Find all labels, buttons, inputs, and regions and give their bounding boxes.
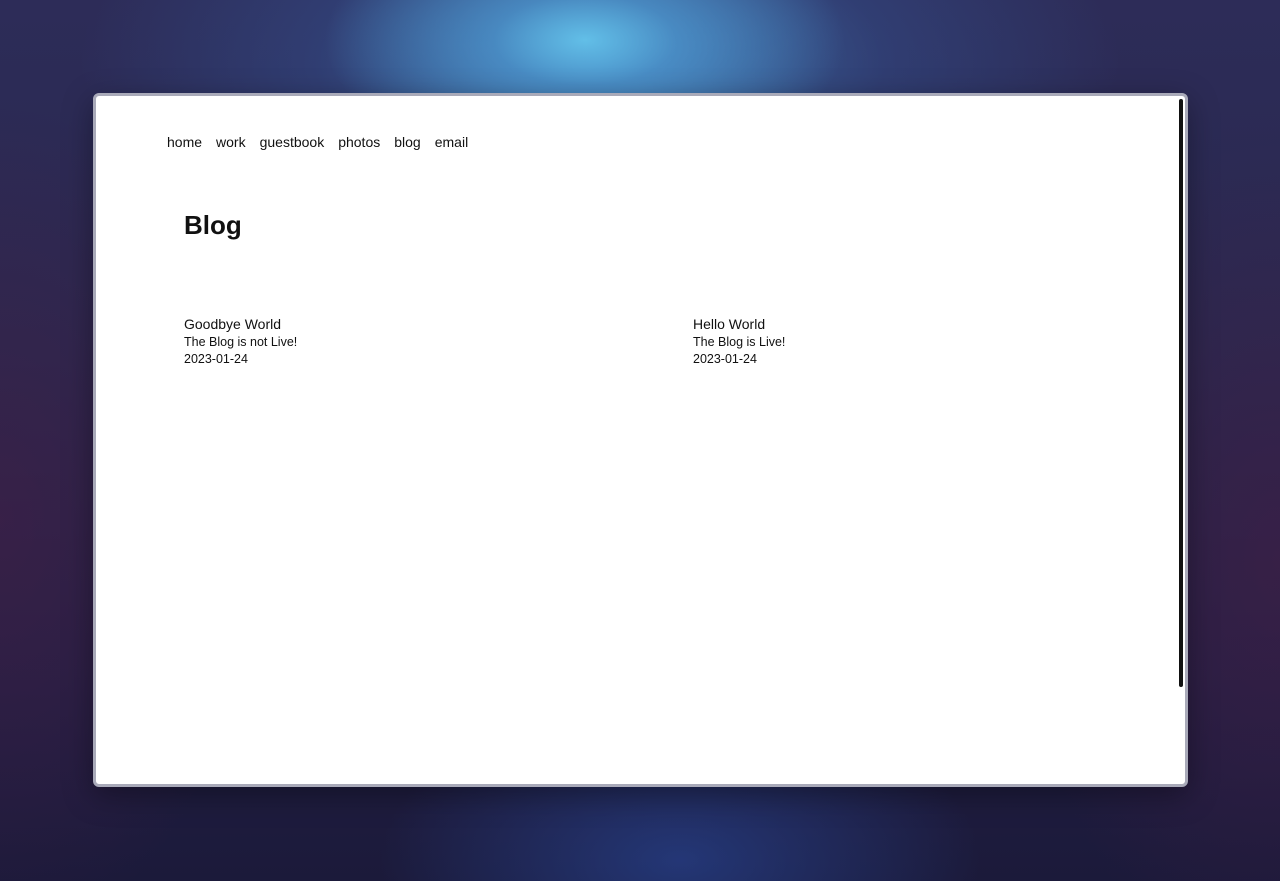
post-description: The Blog is not Live! (184, 335, 298, 349)
top-nav: home work guestbook photos blog email (167, 134, 468, 150)
post-title[interactable]: Goodbye World (184, 315, 584, 334)
vertical-scrollbar[interactable] (1179, 99, 1183, 687)
nav-link-blog[interactable]: blog (394, 134, 420, 150)
post-date: 2023-01-24 (184, 352, 248, 366)
browser-window: home work guestbook photos blog email Bl… (93, 93, 1188, 787)
post-title[interactable]: Hello World (693, 315, 1093, 334)
post-card-hello-world[interactable]: Hello World The Blog is Live! 2023-01-24 (693, 315, 1093, 368)
nav-link-guestbook[interactable]: guestbook (260, 134, 325, 150)
post-description: The Blog is Live! (693, 335, 786, 349)
post-date: 2023-01-24 (693, 352, 757, 366)
post-card-goodbye-world[interactable]: Goodbye World The Blog is not Live! 2023… (184, 315, 584, 368)
nav-link-work[interactable]: work (216, 134, 246, 150)
nav-link-photos[interactable]: photos (338, 134, 380, 150)
nav-link-email[interactable]: email (435, 134, 468, 150)
page-title: Blog (184, 210, 242, 240)
nav-link-home[interactable]: home (167, 134, 202, 150)
